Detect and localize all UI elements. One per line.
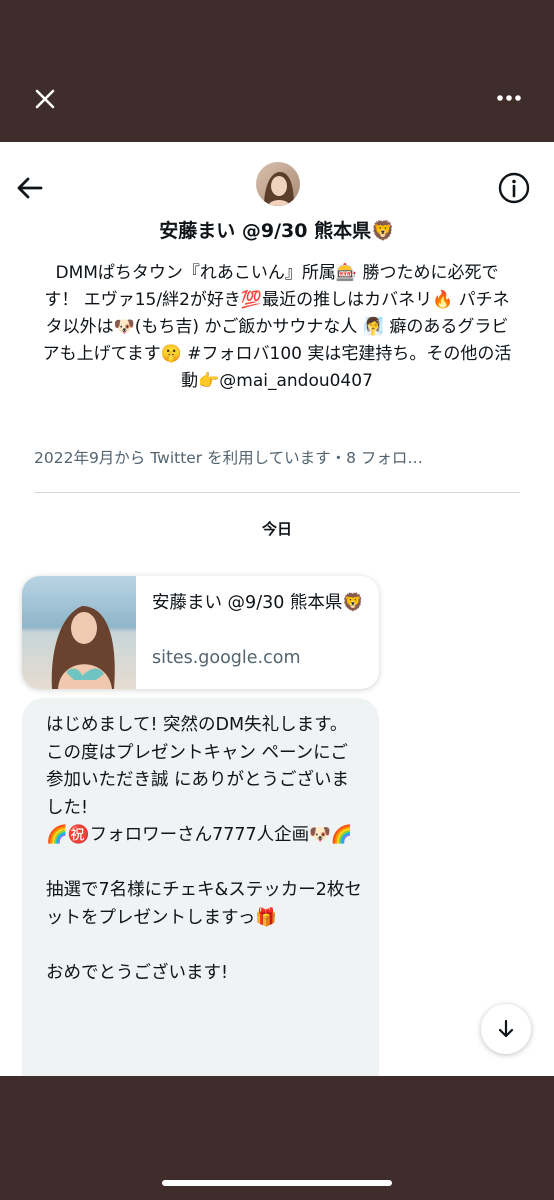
link-preview-image [22,576,136,689]
link-preview-card[interactable]: 安藤まい @9/30 熊本県🦁 sites.google.com [22,576,379,689]
top-bar [0,0,554,142]
home-indicator[interactable] [162,1180,392,1186]
divider [34,492,520,493]
message-bubble[interactable]: はじめまして! 突然のDM失礼します。 この度はプレゼントキャン ペーンにご参加… [22,698,379,1076]
dm-conversation-sheet: 安藤まい @9/30 熊本県🦁 DMMぱちタウン『れあこいん』所属🎰 勝つために… [0,142,554,1076]
scroll-to-bottom-button[interactable] [481,1004,531,1054]
arrow-left-icon[interactable] [14,172,46,204]
link-preview-domain: sites.google.com [152,648,301,668]
more-horizontal-icon[interactable] [494,86,524,110]
profile-meta: 2022年9月から Twitter を利用しています・8 フォロ… [34,449,423,467]
profile-name[interactable]: 安藤まい @9/30 熊本県🦁 [0,216,554,243]
avatar[interactable] [256,162,300,206]
close-icon[interactable] [30,84,60,114]
link-preview-title: 安藤まい @9/30 熊本県🦁 [152,593,365,613]
message-text: はじめまして! 突然のDM失礼します。 この度はプレゼントキャン ペーンにご参加… [46,715,362,983]
date-separator: 今日 [261,520,292,538]
arrow-down-icon [498,1019,514,1038]
profile-bio: DMMぱちタウン『れあこいん』所属🎰 勝つために必死です！ エヴァ15/絆2が好… [42,263,512,391]
info-circle-icon[interactable] [496,170,532,206]
